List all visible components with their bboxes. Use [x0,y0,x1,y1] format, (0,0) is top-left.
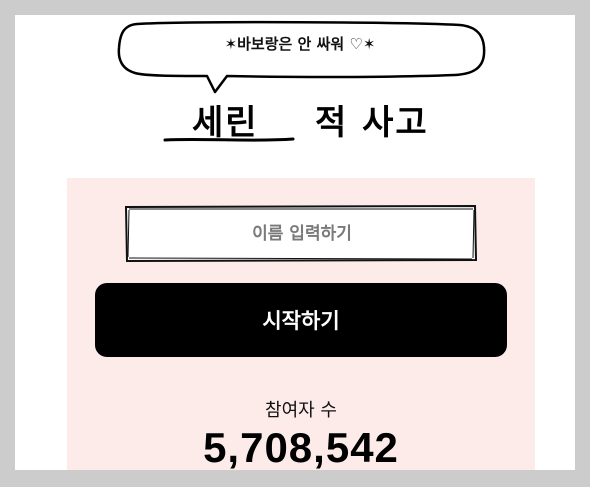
participants-count: 5,708,542 [203,424,399,470]
page-frame: ✶바보랑은 안 싸워 ♡✶ 세린 적 사고 시작하기 참여자 수 5,708,5… [15,15,575,470]
start-button[interactable]: 시작하기 [95,283,507,357]
name-field-frame [123,204,479,264]
page-title: 세린 적 사고 [15,90,575,150]
bubble-text: ✶바보랑은 안 싸워 ♡✶ [224,35,376,53]
title-suffix: 적 사고 [315,103,429,143]
participants-label: 참여자 수 [265,400,337,421]
name-input[interactable] [129,210,475,258]
speech-bubble [117,20,486,94]
main-panel: 시작하기 참여자 수 5,708,542 [67,178,535,470]
title-underline [163,137,295,142]
